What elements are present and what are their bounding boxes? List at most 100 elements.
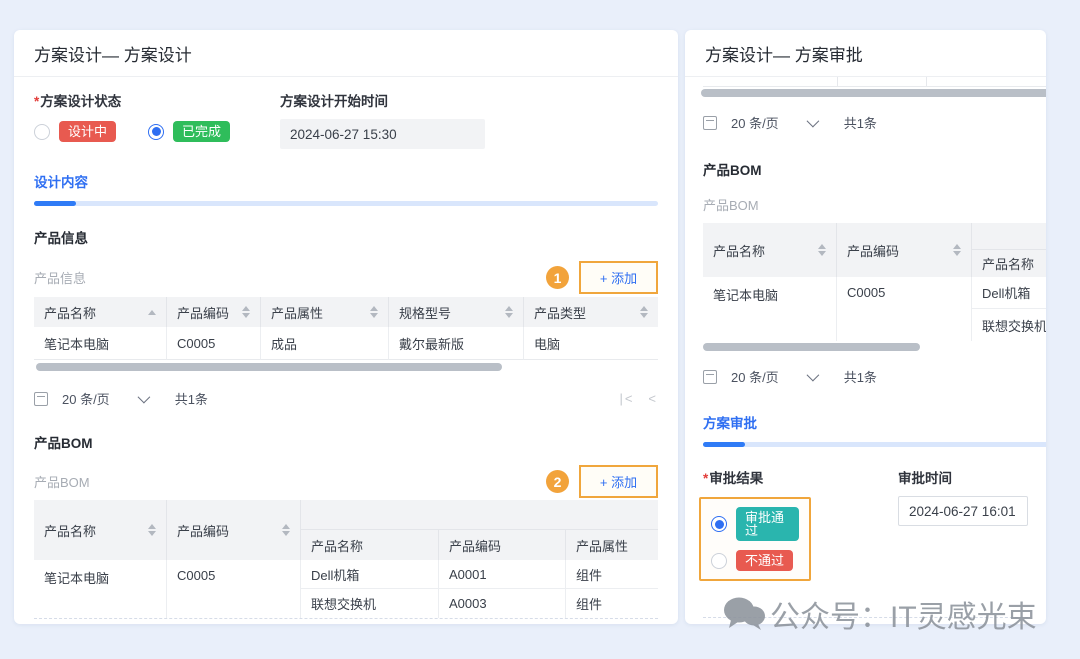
chevron-down-icon[interactable]	[806, 369, 819, 382]
bom-child-code: A0003	[439, 589, 566, 618]
product-info-table: 产品名称 产品编码 产品属性 规格型号 产品类型 笔记本电脑 C0005 成品 …	[34, 297, 658, 371]
prev-page-icon[interactable]: <	[648, 391, 658, 406]
tab-track	[703, 442, 1046, 447]
sort-icon[interactable]	[505, 306, 513, 318]
total-count: 共1条	[844, 113, 877, 132]
bom-cell-code: C0005	[837, 277, 972, 341]
total-count: 共1条	[175, 389, 208, 408]
page-size-value[interactable]: 20 条/页	[731, 367, 779, 386]
product-info-sublabel: 产品信息	[34, 268, 86, 287]
bom-subcol-product-attr[interactable]: 产品属性	[566, 530, 658, 560]
bom-child-row[interactable]: 联想交换机	[972, 309, 1046, 341]
sort-icon[interactable]	[370, 306, 378, 318]
option-approved[interactable]: 审批通过	[711, 507, 799, 541]
bom-subcol-product-code[interactable]: 产品编码	[439, 530, 566, 560]
cell-product-attr: 成品	[261, 327, 389, 360]
section-divider	[703, 617, 1028, 618]
bom-child-row[interactable]: Dell机箱	[972, 277, 1046, 309]
approved-radio[interactable]	[711, 516, 727, 532]
sort-icon[interactable]	[953, 244, 961, 256]
product-bom-sublabel: 产品BOM	[34, 472, 90, 491]
sort-asc-icon[interactable]	[148, 310, 156, 315]
cell-spec-model: 戴尔最新版	[389, 327, 524, 360]
sort-icon[interactable]	[640, 306, 648, 318]
bom-child-name: 联想交换机	[972, 309, 1046, 341]
product-info-pagination: 20 条/页 共1条 |< <	[34, 389, 658, 408]
approval-panel-header: 方案设计— 方案审批	[685, 30, 1046, 77]
approval-time-input[interactable]: 2024-06-27 16:01	[898, 496, 1028, 526]
first-page-icon[interactable]: |<	[619, 391, 634, 406]
page-size-icon[interactable]	[703, 116, 717, 130]
chevron-down-icon[interactable]	[137, 391, 150, 404]
horizontal-scrollbar[interactable]	[34, 363, 658, 371]
horizontal-scrollbar[interactable]	[703, 343, 1028, 351]
approval-time-label: 审批时间	[898, 467, 1028, 487]
step-1-badge: 1	[546, 266, 569, 289]
tab-active-indicator	[703, 442, 745, 447]
approval-top-pagination: 20 条/页 共1条	[703, 113, 1028, 132]
design-panel: 方案设计— 方案设计 *方案设计状态 设计中 已完成 方案设计开始时间 2024…	[14, 30, 678, 624]
bom-child-row[interactable]: 联想交换机 A0003 组件	[301, 589, 658, 618]
approval-bom-row[interactable]: 笔记本电脑 C0005 Dell机箱 联想交换机	[703, 277, 1046, 341]
tab-active-indicator	[34, 201, 76, 206]
tab-design-content[interactable]: 设计内容	[34, 175, 88, 190]
bom-col-product-code[interactable]: 产品编码	[847, 241, 947, 260]
approval-panel-title: 方案设计— 方案审批	[705, 41, 863, 66]
cell-product-code: C0005	[167, 327, 261, 360]
horizontal-scrollbar[interactable]	[701, 89, 1046, 97]
sort-icon[interactable]	[242, 306, 250, 318]
product-bom-add-button[interactable]: + 添加	[579, 465, 658, 498]
approval-bom-sublabel: 产品BOM	[703, 195, 1028, 214]
bom-col-product-name[interactable]: 产品名称	[44, 521, 142, 540]
sort-icon[interactable]	[282, 524, 290, 536]
approval-bom-pagination: 20 条/页 共1条	[703, 367, 1028, 386]
required-mark: *	[34, 94, 39, 109]
bom-subcol-product-name[interactable]: 产品名称	[972, 250, 1046, 277]
bom-child-name: Dell机箱	[972, 277, 1046, 309]
design-start-time-input[interactable]: 2024-06-27 15:30	[280, 119, 485, 149]
approval-result-options: 审批通过 不通过	[699, 497, 811, 581]
product-info-row[interactable]: 笔记本电脑 C0005 成品 戴尔最新版 电脑	[34, 327, 658, 360]
product-bom-table: 产品名称 产品编码 产品名称 产品编码 产品属性 笔记本电脑 C0005 Del…	[34, 500, 658, 619]
sort-icon[interactable]	[818, 244, 826, 256]
bom-child-row[interactable]: Dell机箱 A0001 组件	[301, 560, 658, 589]
cell-product-name: 笔记本电脑	[34, 327, 167, 360]
tab-approval[interactable]: 方案审批	[703, 416, 757, 431]
design-status-label: *方案设计状态	[34, 90, 280, 110]
approval-time-field: 审批时间 2024-06-27 16:01	[898, 467, 1028, 581]
col-product-type[interactable]: 产品类型	[534, 303, 634, 322]
col-product-name[interactable]: 产品名称	[44, 303, 142, 322]
bom-col-product-code[interactable]: 产品编码	[177, 521, 276, 540]
page-size-icon[interactable]	[703, 370, 717, 384]
approval-bom-heading: 产品BOM	[703, 159, 1028, 179]
required-mark: *	[703, 471, 708, 486]
option-rejected[interactable]: 不通过	[711, 550, 799, 571]
status-radio-designing[interactable]	[34, 124, 50, 140]
page-size-icon[interactable]	[34, 392, 48, 406]
product-bom-row[interactable]: 笔记本电脑 C0005 Dell机箱 A0001 组件 联想交换机 A0003 …	[34, 560, 658, 618]
status-radio-finished[interactable]	[148, 124, 164, 140]
status-badge-finished[interactable]: 已完成	[173, 121, 230, 142]
col-product-code[interactable]: 产品编码	[177, 303, 236, 322]
chevron-down-icon[interactable]	[806, 115, 819, 128]
bom-child-name: 联想交换机	[301, 589, 439, 618]
bom-child-code: A0001	[439, 560, 566, 589]
col-product-attr[interactable]: 产品属性	[271, 303, 364, 322]
col-spec-model[interactable]: 规格型号	[399, 303, 499, 322]
bom-col-product-name[interactable]: 产品名称	[713, 241, 812, 260]
bom-header-spacer	[301, 500, 658, 530]
design-panel-header: 方案设计— 方案设计	[14, 30, 678, 77]
bom-subcol-product-name[interactable]: 产品名称	[301, 530, 439, 560]
page-size-value[interactable]: 20 条/页	[62, 389, 110, 408]
bom-cell-name: 笔记本电脑	[34, 560, 167, 618]
bom-child-attr: 组件	[566, 560, 658, 589]
approval-result-field: *审批结果 审批通过 不通过	[703, 467, 898, 581]
rejected-radio[interactable]	[711, 553, 727, 569]
sort-icon[interactable]	[148, 524, 156, 536]
bom-cell-name: 笔记本电脑	[703, 277, 837, 341]
product-info-add-button[interactable]: + 添加	[579, 261, 658, 294]
page-size-value[interactable]: 20 条/页	[731, 113, 779, 132]
design-status-field: *方案设计状态 设计中 已完成	[34, 90, 280, 149]
product-info-heading: 产品信息	[34, 227, 658, 247]
status-badge-designing[interactable]: 设计中	[59, 121, 116, 142]
